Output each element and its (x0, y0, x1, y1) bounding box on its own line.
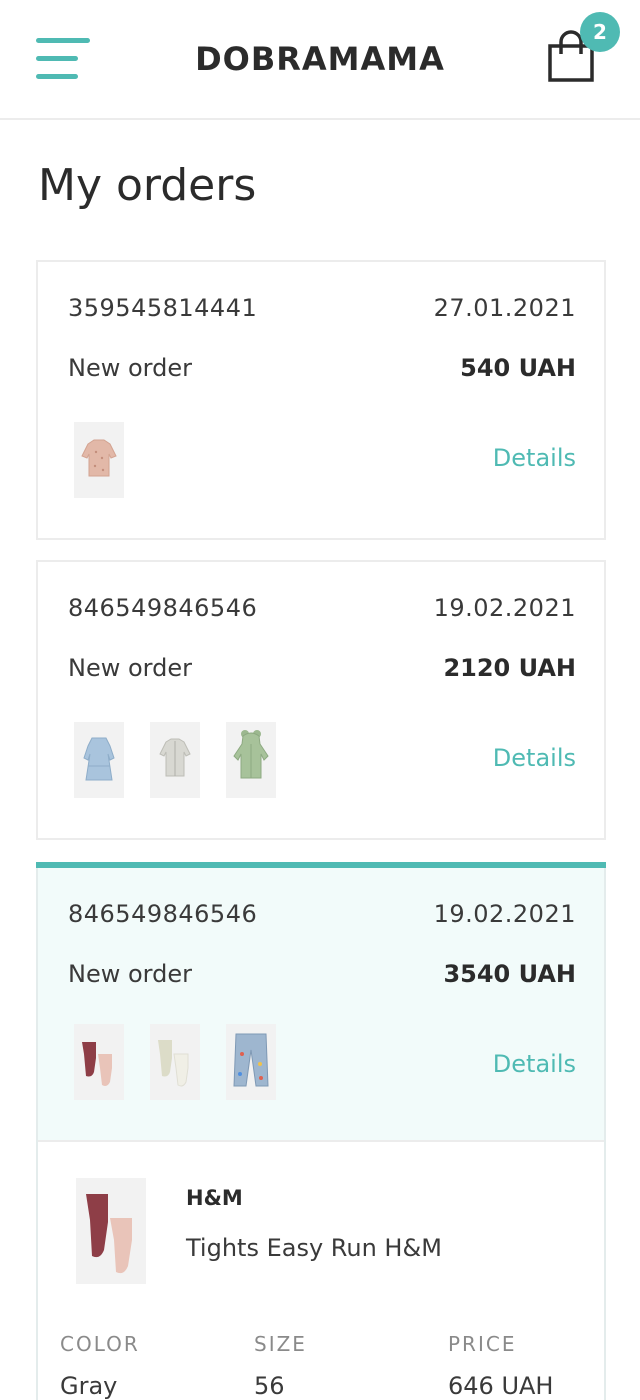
order-status: New order (68, 960, 192, 988)
order-total: 540 UAH (460, 354, 576, 382)
order-total: 2120 UAH (443, 654, 576, 682)
order-date: 19.02.2021 (433, 594, 576, 622)
order-total: 3540 UAH (443, 960, 576, 988)
order-summary[interactable]: 846549846546 19.02.2021 New order 2120 U… (38, 562, 604, 840)
product-thumbnail (226, 722, 276, 798)
order-date: 19.02.2021 (433, 900, 576, 928)
order-status: New order (68, 654, 192, 682)
product-thumbnail (226, 1024, 276, 1100)
order-card: 359545814441 27.01.2021 New order 540 UA… (36, 260, 606, 540)
item-thumbnail[interactable] (76, 1178, 146, 1284)
size-label: SIZE (254, 1332, 307, 1356)
order-summary[interactable]: 359545814441 27.01.2021 New order 540 UA… (38, 262, 604, 540)
details-link[interactable]: Details (493, 744, 576, 772)
details-link[interactable]: Details (493, 444, 576, 472)
order-date: 27.01.2021 (433, 294, 576, 322)
order-card-expanded: 846549846546 19.02.2021 New order 3540 U… (36, 862, 606, 1400)
product-thumbnail (150, 722, 200, 798)
brand-logo[interactable]: DOBRAMAMA (0, 40, 640, 78)
details-link[interactable]: Details (493, 1050, 576, 1078)
order-number: 359545814441 (68, 294, 258, 322)
order-summary[interactable]: 846549846546 19.02.2021 New order 3540 U… (38, 868, 604, 1140)
product-thumbnail (74, 722, 124, 798)
product-thumbnail (150, 1024, 200, 1100)
size-value: 56 (254, 1372, 285, 1400)
price-label: PRICE (448, 1332, 517, 1356)
item-brand: H&M (186, 1186, 243, 1210)
product-thumbnail (74, 422, 124, 498)
color-label: COLOR (60, 1332, 140, 1356)
cart-count-badge: 2 (580, 12, 620, 52)
order-status: New order (68, 354, 192, 382)
price-value: 646 UAH (448, 1372, 554, 1400)
color-value: Gray (60, 1372, 118, 1400)
order-card: 846549846546 19.02.2021 New order 2120 U… (36, 560, 606, 840)
page-title: My orders (38, 160, 257, 211)
app-header: DOBRAMAMA 2 (0, 0, 640, 120)
order-number: 846549846546 (68, 900, 258, 928)
product-thumbnail (74, 1024, 124, 1100)
order-item: H&M Tights Easy Run H&M COLOR Gray SIZE … (38, 1140, 604, 1400)
order-number: 846549846546 (68, 594, 258, 622)
item-name[interactable]: Tights Easy Run H&M (186, 1234, 442, 1262)
